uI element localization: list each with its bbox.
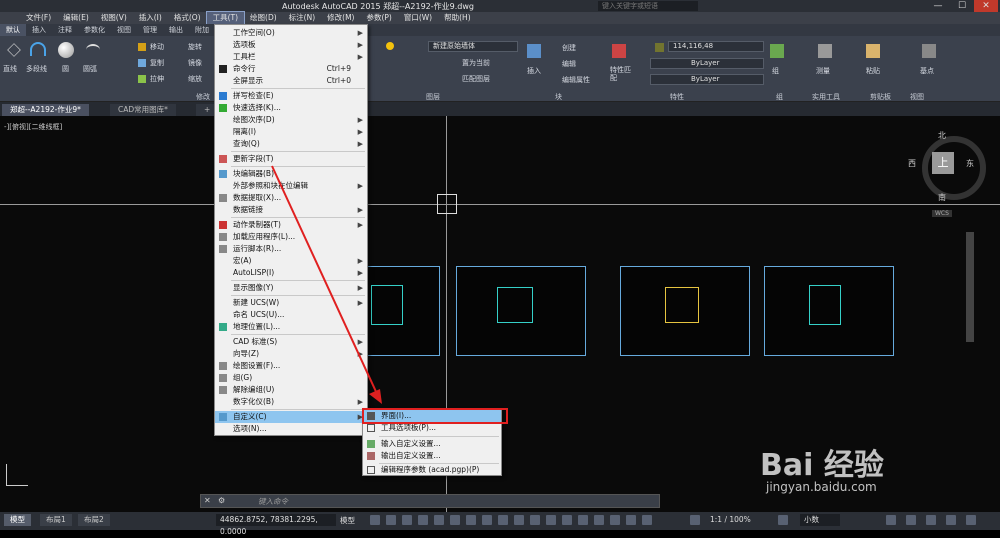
ortho-icon[interactable] [402, 515, 412, 525]
layout-tab-model[interactable]: 模型 [4, 514, 31, 526]
command-input[interactable]: 键入命令 [258, 496, 288, 507]
polar-icon[interactable] [418, 515, 428, 525]
hardware-acceleration-icon[interactable] [926, 515, 936, 525]
transparency-icon[interactable] [482, 515, 492, 525]
clean-screen-icon[interactable] [946, 515, 956, 525]
gizmo-icon[interactable] [562, 515, 572, 525]
layout-tab-1[interactable]: 布局1 [40, 514, 72, 526]
otrack-icon[interactable] [450, 515, 460, 525]
3dosnap-icon[interactable] [514, 515, 524, 525]
selection-filter-icon[interactable] [546, 515, 556, 525]
lock-ui-icon[interactable] [906, 515, 916, 525]
settings-icon[interactable] [778, 515, 788, 525]
auto-scale-icon[interactable] [594, 515, 604, 525]
workspace-icon[interactable] [626, 515, 636, 525]
coordinate-readout[interactable]: 44862.8752, 78381.2295, 0.0000 [216, 514, 336, 536]
grid-icon[interactable] [370, 515, 380, 525]
dynamic-ucs-icon[interactable] [530, 515, 540, 525]
watermark-url: jingyan.baidu.com [766, 480, 877, 494]
model-space-toggle[interactable]: 模型 [340, 515, 355, 526]
osnap-icon[interactable] [434, 515, 444, 525]
close-cmd-icon[interactable]: ✕ [204, 496, 211, 505]
layout-tab-2[interactable]: 布局2 [78, 514, 110, 526]
quick-properties-icon[interactable] [886, 515, 896, 525]
annotation-visibility-icon[interactable] [578, 515, 588, 525]
isolate-icon[interactable] [690, 515, 700, 525]
cmd-settings-icon[interactable]: ⚙ [218, 496, 225, 505]
units-dropdown[interactable]: 小数 [800, 514, 840, 526]
viewport-scale[interactable]: 1:1 / 100% [710, 515, 751, 524]
annotation-scale-icon[interactable] [610, 515, 620, 525]
customization-icon[interactable] [966, 515, 976, 525]
watermark-logo: Bai 经验 [760, 448, 884, 483]
lineweight-icon[interactable] [466, 515, 476, 525]
annotation-monitor-icon[interactable] [642, 515, 652, 525]
snap-icon[interactable] [386, 515, 396, 525]
selection-cycling-icon[interactable] [498, 515, 508, 525]
